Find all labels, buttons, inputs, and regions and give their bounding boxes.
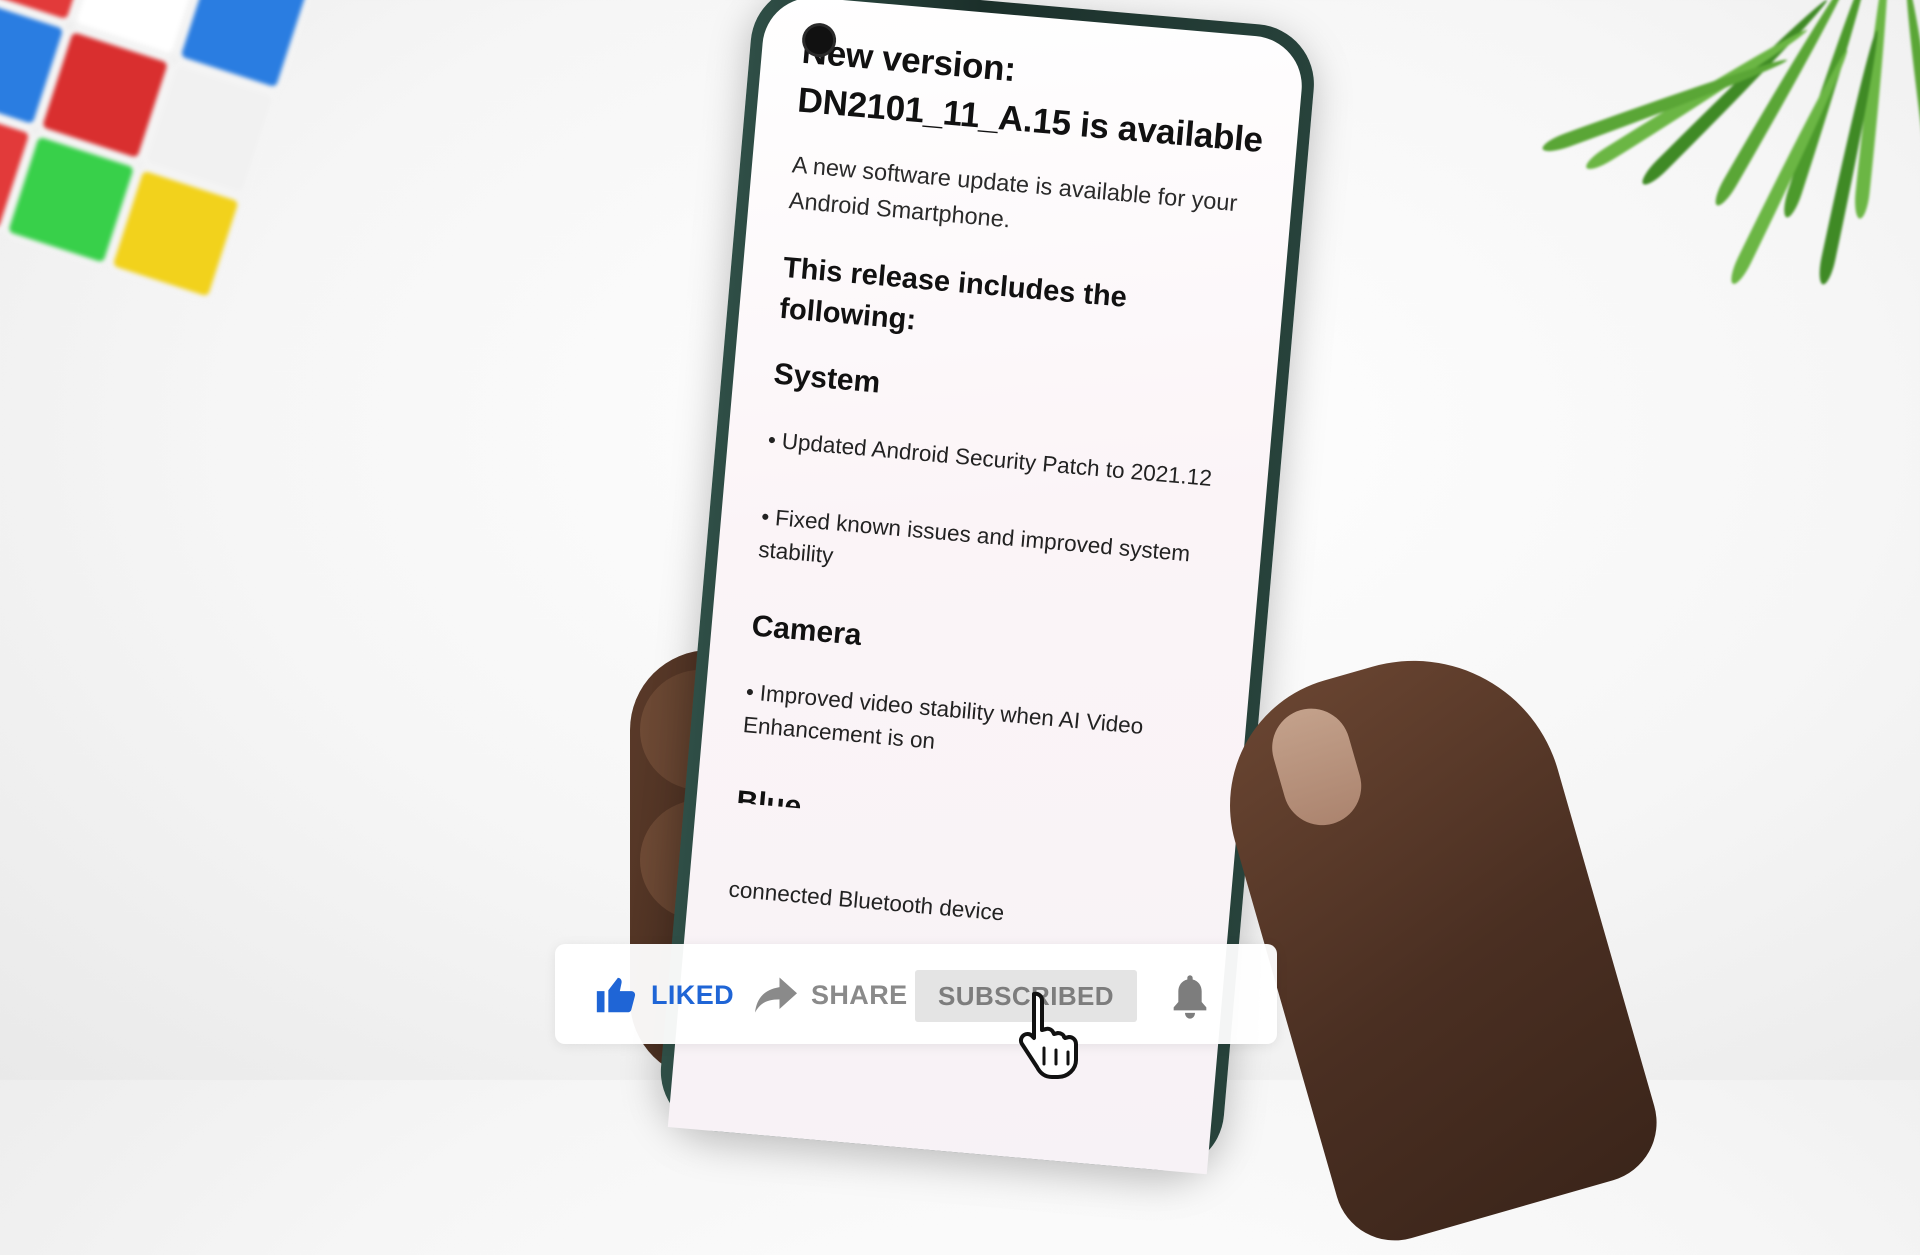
release-heading: This release includes the following: (778, 251, 1129, 337)
section-heading-camera: Camera (750, 609, 863, 652)
liked-button[interactable]: LIKED (593, 970, 734, 1020)
share-button[interactable]: SHARE (755, 970, 908, 1020)
plant-background (1540, 0, 1920, 420)
update-details[interactable]: New version: DN2101_11_A.15 is available… (727, 27, 1282, 947)
share-arrow-icon (755, 977, 797, 1013)
notification-bell-button[interactable] (1170, 972, 1210, 1022)
list-item-text: Fixed known issues and improved system s… (757, 505, 1192, 569)
update-description: A new software update is available for y… (787, 151, 1239, 233)
hand-pointer-icon (1018, 991, 1078, 1079)
list-item: • Updated Android Security Patch to 2021.… (767, 423, 1248, 498)
liked-label: LIKED (651, 979, 734, 1010)
bullet-icon: • (744, 679, 755, 705)
list-item: • Improved video stability when AI Video … (742, 675, 1226, 783)
section-heading-partial: Blue (736, 784, 803, 824)
list-item: • Fixed known issues and improved system … (757, 500, 1241, 608)
list-item-text: Improved video stability when AI Video E… (742, 680, 1145, 754)
bullet-icon: • (767, 427, 778, 453)
section-heading-system: System (772, 357, 882, 400)
engagement-overlay: LIKED SHARE SUBSCRIBED (555, 944, 1277, 1044)
partial-list-item-text: connected Bluetooth device (727, 876, 1006, 926)
hand-thumb (1199, 625, 1671, 1255)
thumbs-up-icon (596, 977, 636, 1013)
thumb-nail (1262, 699, 1371, 835)
bell-icon (1173, 975, 1207, 1019)
list-item-text: Updated Android Security Patch to 2021.1… (780, 428, 1213, 491)
bullet-icon: • (760, 503, 771, 530)
share-label: SHARE (811, 979, 908, 1010)
update-title: New version: DN2101_11_A.15 is available (796, 31, 1265, 161)
rubiks-cube-background (0, 0, 313, 303)
